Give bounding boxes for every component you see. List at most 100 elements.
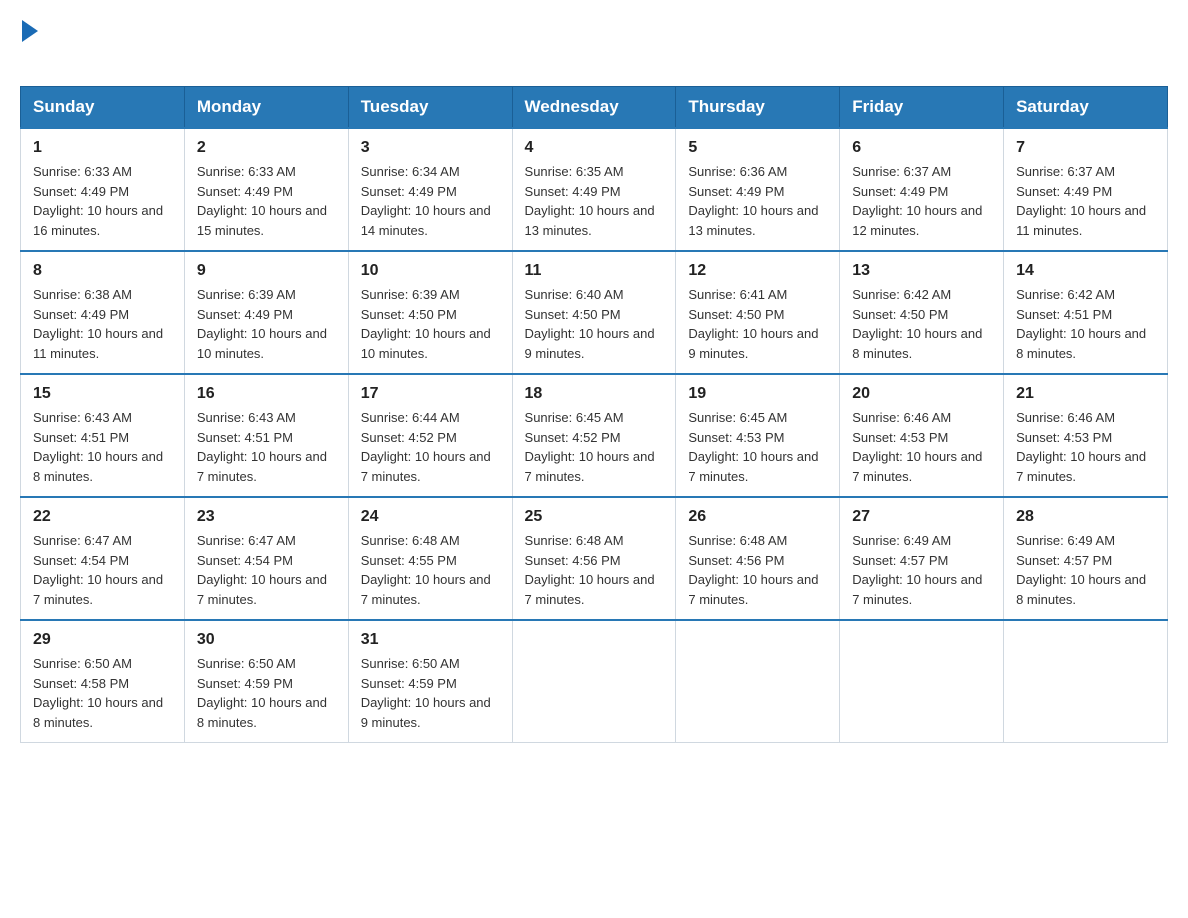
sunrise-label: Sunrise: 6:39 AM: [197, 287, 296, 302]
day-number: 20: [852, 385, 991, 403]
calendar-cell: 27 Sunrise: 6:49 AM Sunset: 4:57 PM Dayl…: [840, 497, 1004, 620]
daylight-label: Daylight: 10 hours and 12 minutes.: [852, 203, 982, 238]
day-info: Sunrise: 6:35 AM Sunset: 4:49 PM Dayligh…: [525, 162, 664, 240]
sunset-label: Sunset: 4:50 PM: [852, 307, 948, 322]
day-info: Sunrise: 6:50 AM Sunset: 4:59 PM Dayligh…: [197, 654, 336, 732]
day-info: Sunrise: 6:47 AM Sunset: 4:54 PM Dayligh…: [33, 531, 172, 609]
daylight-label: Daylight: 10 hours and 8 minutes.: [1016, 326, 1146, 361]
calendar-cell: 13 Sunrise: 6:42 AM Sunset: 4:50 PM Dayl…: [840, 251, 1004, 374]
calendar-cell: 30 Sunrise: 6:50 AM Sunset: 4:59 PM Dayl…: [184, 620, 348, 743]
sunset-label: Sunset: 4:49 PM: [33, 307, 129, 322]
calendar-header-tuesday: Tuesday: [348, 87, 512, 129]
day-info: Sunrise: 6:49 AM Sunset: 4:57 PM Dayligh…: [852, 531, 991, 609]
daylight-label: Daylight: 10 hours and 9 minutes.: [525, 326, 655, 361]
sunset-label: Sunset: 4:49 PM: [197, 184, 293, 199]
sunset-label: Sunset: 4:53 PM: [1016, 430, 1112, 445]
day-number: 4: [525, 139, 664, 157]
calendar-cell: 24 Sunrise: 6:48 AM Sunset: 4:55 PM Dayl…: [348, 497, 512, 620]
day-number: 25: [525, 508, 664, 526]
calendar-header-sunday: Sunday: [21, 87, 185, 129]
sunrise-label: Sunrise: 6:48 AM: [688, 533, 787, 548]
sunset-label: Sunset: 4:58 PM: [33, 676, 129, 691]
day-info: Sunrise: 6:49 AM Sunset: 4:57 PM Dayligh…: [1016, 531, 1155, 609]
sunrise-label: Sunrise: 6:40 AM: [525, 287, 624, 302]
sunset-label: Sunset: 4:59 PM: [361, 676, 457, 691]
daylight-label: Daylight: 10 hours and 11 minutes.: [33, 326, 163, 361]
day-info: Sunrise: 6:43 AM Sunset: 4:51 PM Dayligh…: [197, 408, 336, 486]
daylight-label: Daylight: 10 hours and 7 minutes.: [688, 449, 818, 484]
sunrise-label: Sunrise: 6:33 AM: [197, 164, 296, 179]
daylight-label: Daylight: 10 hours and 16 minutes.: [33, 203, 163, 238]
day-info: Sunrise: 6:36 AM Sunset: 4:49 PM Dayligh…: [688, 162, 827, 240]
day-number: 19: [688, 385, 827, 403]
calendar-cell: [840, 620, 1004, 743]
sunset-label: Sunset: 4:55 PM: [361, 553, 457, 568]
day-number: 22: [33, 508, 172, 526]
calendar-cell: 15 Sunrise: 6:43 AM Sunset: 4:51 PM Dayl…: [21, 374, 185, 497]
calendar-cell: 25 Sunrise: 6:48 AM Sunset: 4:56 PM Dayl…: [512, 497, 676, 620]
day-info: Sunrise: 6:41 AM Sunset: 4:50 PM Dayligh…: [688, 285, 827, 363]
day-number: 13: [852, 262, 991, 280]
calendar-cell: 16 Sunrise: 6:43 AM Sunset: 4:51 PM Dayl…: [184, 374, 348, 497]
calendar-cell: 3 Sunrise: 6:34 AM Sunset: 4:49 PM Dayli…: [348, 128, 512, 251]
daylight-label: Daylight: 10 hours and 7 minutes.: [33, 572, 163, 607]
day-number: 12: [688, 262, 827, 280]
daylight-label: Daylight: 10 hours and 7 minutes.: [361, 449, 491, 484]
calendar-cell: 29 Sunrise: 6:50 AM Sunset: 4:58 PM Dayl…: [21, 620, 185, 743]
calendar-header-monday: Monday: [184, 87, 348, 129]
daylight-label: Daylight: 10 hours and 8 minutes.: [1016, 572, 1146, 607]
calendar-cell: 12 Sunrise: 6:41 AM Sunset: 4:50 PM Dayl…: [676, 251, 840, 374]
sunrise-label: Sunrise: 6:39 AM: [361, 287, 460, 302]
day-number: 8: [33, 262, 172, 280]
sunrise-label: Sunrise: 6:43 AM: [197, 410, 296, 425]
sunset-label: Sunset: 4:56 PM: [525, 553, 621, 568]
sunset-label: Sunset: 4:57 PM: [852, 553, 948, 568]
day-number: 7: [1016, 139, 1155, 157]
daylight-label: Daylight: 10 hours and 7 minutes.: [525, 572, 655, 607]
day-number: 28: [1016, 508, 1155, 526]
sunset-label: Sunset: 4:49 PM: [197, 307, 293, 322]
sunrise-label: Sunrise: 6:46 AM: [1016, 410, 1115, 425]
daylight-label: Daylight: 10 hours and 7 minutes.: [1016, 449, 1146, 484]
daylight-label: Daylight: 10 hours and 7 minutes.: [197, 449, 327, 484]
calendar-header-wednesday: Wednesday: [512, 87, 676, 129]
sunrise-label: Sunrise: 6:35 AM: [525, 164, 624, 179]
sunset-label: Sunset: 4:49 PM: [1016, 184, 1112, 199]
day-info: Sunrise: 6:39 AM Sunset: 4:49 PM Dayligh…: [197, 285, 336, 363]
sunrise-label: Sunrise: 6:47 AM: [33, 533, 132, 548]
sunset-label: Sunset: 4:56 PM: [688, 553, 784, 568]
sunrise-label: Sunrise: 6:48 AM: [361, 533, 460, 548]
daylight-label: Daylight: 10 hours and 9 minutes.: [361, 695, 491, 730]
day-number: 9: [197, 262, 336, 280]
day-info: Sunrise: 6:48 AM Sunset: 4:56 PM Dayligh…: [525, 531, 664, 609]
daylight-label: Daylight: 10 hours and 7 minutes.: [361, 572, 491, 607]
day-info: Sunrise: 6:48 AM Sunset: 4:56 PM Dayligh…: [688, 531, 827, 609]
calendar-cell: 17 Sunrise: 6:44 AM Sunset: 4:52 PM Dayl…: [348, 374, 512, 497]
sunrise-label: Sunrise: 6:34 AM: [361, 164, 460, 179]
day-info: Sunrise: 6:42 AM Sunset: 4:50 PM Dayligh…: [852, 285, 991, 363]
sunset-label: Sunset: 4:50 PM: [525, 307, 621, 322]
calendar-header-row: SundayMondayTuesdayWednesdayThursdayFrid…: [21, 87, 1168, 129]
sunrise-label: Sunrise: 6:37 AM: [1016, 164, 1115, 179]
calendar-cell: [676, 620, 840, 743]
day-number: 30: [197, 631, 336, 649]
sunrise-label: Sunrise: 6:45 AM: [525, 410, 624, 425]
day-number: 16: [197, 385, 336, 403]
sunrise-label: Sunrise: 6:38 AM: [33, 287, 132, 302]
daylight-label: Daylight: 10 hours and 15 minutes.: [197, 203, 327, 238]
calendar-cell: 31 Sunrise: 6:50 AM Sunset: 4:59 PM Dayl…: [348, 620, 512, 743]
daylight-label: Daylight: 10 hours and 10 minutes.: [361, 326, 491, 361]
day-number: 27: [852, 508, 991, 526]
logo-flag-icon: [22, 20, 38, 42]
sunrise-label: Sunrise: 6:50 AM: [33, 656, 132, 671]
day-number: 1: [33, 139, 172, 157]
calendar-week-row: 29 Sunrise: 6:50 AM Sunset: 4:58 PM Dayl…: [21, 620, 1168, 743]
day-info: Sunrise: 6:40 AM Sunset: 4:50 PM Dayligh…: [525, 285, 664, 363]
sunrise-label: Sunrise: 6:36 AM: [688, 164, 787, 179]
sunset-label: Sunset: 4:51 PM: [33, 430, 129, 445]
day-number: 18: [525, 385, 664, 403]
sunset-label: Sunset: 4:51 PM: [197, 430, 293, 445]
day-info: Sunrise: 6:42 AM Sunset: 4:51 PM Dayligh…: [1016, 285, 1155, 363]
day-number: 31: [361, 631, 500, 649]
day-number: 5: [688, 139, 827, 157]
